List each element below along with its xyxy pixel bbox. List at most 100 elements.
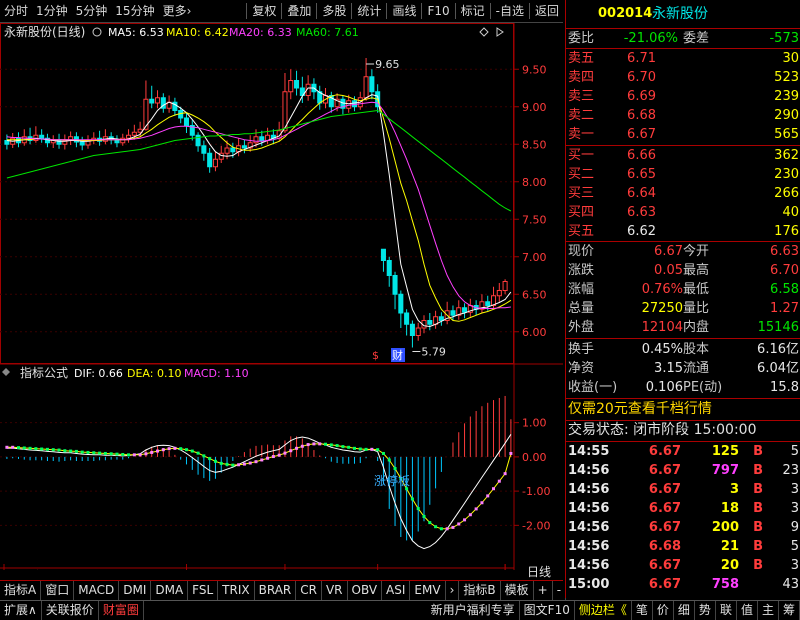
tab-zhi[interactable]: 值 bbox=[737, 601, 758, 620]
wealth-circle-button[interactable]: 财富圈 bbox=[99, 601, 144, 620]
stat-value: 27250 bbox=[641, 301, 683, 316]
tab-macd[interactable]: MACD bbox=[74, 580, 120, 600]
tick-volume: 3 bbox=[729, 482, 739, 497]
tab-dmi[interactable]: DMI bbox=[119, 580, 152, 600]
toolbar-item-more[interactable]: 更多› bbox=[159, 0, 196, 23]
ask-row[interactable]: 卖四 6.70 523 bbox=[566, 68, 800, 87]
stat-value: 15.8 bbox=[770, 380, 799, 395]
related-quote-button[interactable]: 关联报价 bbox=[42, 601, 99, 620]
tick-row[interactable]: 14:55 6.67 125 B 5 bbox=[566, 442, 800, 461]
tab-vr[interactable]: VR bbox=[322, 580, 348, 600]
tick-row[interactable]: 14:56 6.67 797 B 23 bbox=[566, 461, 800, 480]
tab-shi[interactable]: 势 bbox=[695, 601, 716, 620]
low-marker: 5.79 bbox=[421, 346, 446, 359]
tab-lian[interactable]: 联 bbox=[716, 601, 737, 620]
chart-area[interactable]: 永新股份(日线) MA5: 6.53 MA10: 6.42 MA20: 6.33… bbox=[0, 23, 563, 582]
tab-jia[interactable]: 价 bbox=[653, 601, 674, 620]
stock-name: 永新股份 bbox=[652, 6, 708, 22]
diamond-icon[interactable] bbox=[479, 27, 489, 37]
tab-window[interactable]: 窗口 bbox=[41, 580, 75, 600]
stat-value: 6.67 bbox=[654, 244, 683, 259]
kline-chart-svg[interactable]: 永新股份(日线) MA5: 6.53 MA10: 6.42 MA20: 6.33… bbox=[0, 23, 563, 582]
promo-row[interactable]: 仅需20元查看千档行情 bbox=[566, 400, 800, 419]
bid-price: 6.65 bbox=[627, 167, 656, 182]
tab-brar[interactable]: BRAR bbox=[255, 580, 297, 600]
tab-obv[interactable]: OBV bbox=[348, 580, 383, 600]
period-label[interactable]: 日线 bbox=[514, 562, 564, 580]
tab-xi[interactable]: 细 bbox=[674, 601, 695, 620]
toolbar-item-fenshi[interactable]: 分时 bbox=[0, 0, 32, 23]
tab-emv[interactable]: EMV bbox=[410, 580, 446, 600]
f10-button[interactable]: 图文F10 bbox=[520, 601, 575, 620]
toolbar-item-diejia[interactable]: 叠加 bbox=[283, 0, 315, 23]
tab-chou[interactable]: 筹 bbox=[779, 601, 800, 620]
tab-fsl[interactable]: FSL bbox=[188, 580, 219, 600]
triangle-right-icon[interactable] bbox=[496, 27, 504, 37]
y-tick-label: -2.00 bbox=[522, 519, 550, 532]
tick-row[interactable]: 15:00 6.67 758 43 bbox=[566, 575, 800, 594]
bid-row[interactable]: 买二 6.65 230 bbox=[566, 165, 800, 184]
sidebar-button[interactable]: 侧边栏《 bbox=[575, 601, 632, 620]
signal-dot bbox=[213, 459, 217, 463]
ask-row[interactable]: 卖二 6.68 290 bbox=[566, 106, 800, 125]
toolbar-item-tongji[interactable]: 统计 bbox=[353, 0, 385, 23]
ask-row[interactable]: 卖一 6.67 565 bbox=[566, 125, 800, 144]
expand-button[interactable]: 扩展∧ bbox=[0, 601, 42, 620]
bid-row[interactable]: 买四 6.63 40 bbox=[566, 203, 800, 222]
toolbar-item-1min[interactable]: 1分钟 bbox=[32, 0, 72, 23]
tick-side: B bbox=[753, 444, 763, 459]
tab-template[interactable]: 模板 bbox=[501, 580, 534, 600]
new-user-promo[interactable]: 新用户福利专享 bbox=[427, 601, 520, 620]
indicator-menu-icon[interactable] bbox=[2, 368, 10, 376]
bid-row[interactable]: 买五 6.62 176 bbox=[566, 222, 800, 241]
tab-trix[interactable]: TRIX bbox=[218, 580, 255, 600]
toolbar-item-fanhui[interactable]: 返回 bbox=[531, 0, 563, 23]
tick-time: 14:56 bbox=[568, 558, 610, 573]
tick-row[interactable]: 14:56 6.67 20 B 3 bbox=[566, 556, 800, 575]
toolbar-item-5min[interactable]: 5分钟 bbox=[72, 0, 112, 23]
bid-row[interactable]: 买三 6.64 266 bbox=[566, 184, 800, 203]
toolbar-item-f10[interactable]: F10 bbox=[423, 0, 453, 23]
tick-side: B bbox=[753, 539, 763, 554]
stat-value: 0.45% bbox=[641, 342, 683, 357]
toolbar-item-duogu[interactable]: 多股 bbox=[318, 0, 350, 23]
stat-label: 收益(一) bbox=[568, 380, 618, 395]
candle-body bbox=[253, 136, 259, 144]
toolbar-item-huaxian[interactable]: 画线 bbox=[388, 0, 420, 23]
tick-row[interactable]: 14:56 6.67 3 B 3 bbox=[566, 480, 800, 499]
toolbar-item-fuquan[interactable]: 复权 bbox=[248, 0, 280, 23]
toolbar-item-biaoji[interactable]: 标记 bbox=[457, 0, 489, 23]
tick-row[interactable]: 14:56 6.68 21 B 5 bbox=[566, 537, 800, 556]
signal-dot bbox=[45, 447, 49, 451]
dividend-mark[interactable]: $ bbox=[372, 349, 379, 362]
toolbar-item-zixuan[interactable]: -自选 bbox=[492, 0, 528, 23]
ask-row[interactable]: 卖三 6.69 239 bbox=[566, 87, 800, 106]
toolbar-item-15min[interactable]: 15分钟 bbox=[111, 0, 158, 23]
tab-more-icon[interactable]: › bbox=[446, 580, 460, 600]
tick-price: 6.67 bbox=[648, 444, 681, 459]
tab-bi[interactable]: 笔 bbox=[632, 601, 653, 620]
tick-row[interactable]: 14:56 6.67 200 B 9 bbox=[566, 518, 800, 537]
tab-zhu[interactable]: 主 bbox=[758, 601, 779, 620]
tab-asi[interactable]: ASI bbox=[382, 580, 411, 600]
tab-dma[interactable]: DMA bbox=[151, 580, 189, 600]
bid-row[interactable]: 买一 6.66 362 bbox=[566, 146, 800, 165]
divider bbox=[566, 398, 800, 399]
finance-mark[interactable]: 财 bbox=[392, 348, 403, 362]
ask-label: 卖三 bbox=[568, 89, 595, 104]
signal-dot bbox=[28, 446, 32, 450]
tab-plus[interactable]: + bbox=[534, 580, 553, 600]
tab-zhibiao-b[interactable]: 指标B bbox=[459, 580, 501, 600]
signal-dot bbox=[80, 450, 84, 454]
ask-row[interactable]: 卖五 6.71 30 bbox=[566, 49, 800, 68]
tick-price: 6.67 bbox=[648, 577, 681, 592]
tick-row[interactable]: 14:56 6.67 18 B 3 bbox=[566, 499, 800, 518]
main-grid bbox=[0, 68, 514, 333]
stat2-row: 换手 0.45% 股本 6.16亿 bbox=[566, 340, 800, 359]
tick-price: 6.67 bbox=[648, 501, 681, 516]
tab-zhibiao-a[interactable]: 指标A bbox=[0, 580, 42, 600]
signal-dot bbox=[352, 446, 356, 450]
tab-cr[interactable]: CR bbox=[296, 580, 322, 600]
indicator-grid bbox=[0, 422, 514, 526]
gear-icon[interactable] bbox=[92, 27, 102, 37]
